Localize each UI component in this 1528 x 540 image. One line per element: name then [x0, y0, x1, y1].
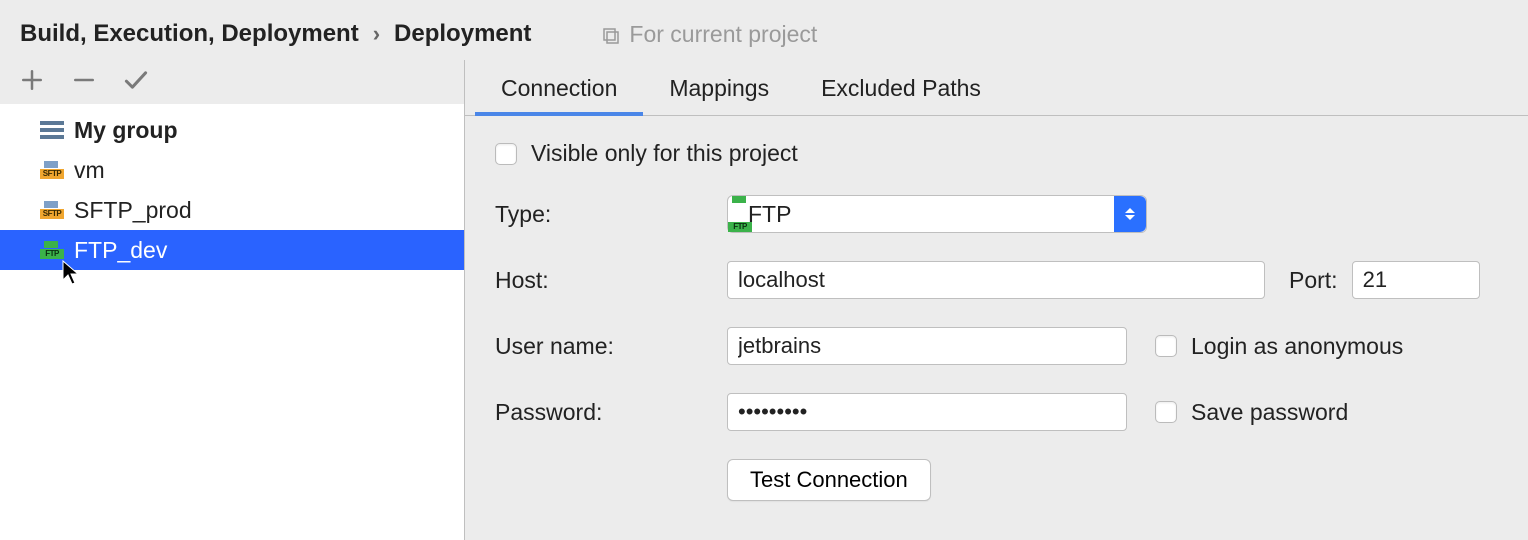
- tree-item-label: vm: [74, 157, 105, 184]
- servers-tree[interactable]: My group SFTP vm SFTP SFTP_prod: [0, 104, 464, 540]
- login-anonymous-checkbox[interactable]: Login as anonymous: [1155, 333, 1403, 360]
- username-input[interactable]: [727, 327, 1127, 365]
- group-icon: [40, 121, 64, 139]
- checkbox-icon: [1155, 401, 1177, 423]
- mouse-cursor-icon: [62, 260, 82, 292]
- ftp-server-icon: FTP: [40, 241, 64, 259]
- tree-item-sftp-prod[interactable]: SFTP SFTP_prod: [0, 190, 464, 230]
- tree-item-label: SFTP_prod: [74, 197, 192, 224]
- tab-excluded-paths[interactable]: Excluded Paths: [795, 61, 1007, 116]
- tree-group-label: My group: [74, 117, 178, 144]
- type-label: Type:: [495, 201, 727, 228]
- tab-connection[interactable]: Connection: [475, 61, 643, 116]
- type-select[interactable]: FTP FTP: [727, 195, 1147, 233]
- host-label: Host:: [495, 267, 727, 294]
- chevron-up-down-icon: [1114, 196, 1146, 232]
- tree-item-vm[interactable]: SFTP vm: [0, 150, 464, 190]
- port-label: Port:: [1289, 267, 1338, 294]
- servers-toolbar: [0, 60, 464, 104]
- visible-only-label: Visible only for this project: [531, 140, 798, 167]
- scope-hint: For current project: [603, 21, 817, 48]
- password-input[interactable]: [727, 393, 1127, 431]
- visible-only-checkbox[interactable]: Visible only for this project: [495, 140, 798, 167]
- test-connection-button[interactable]: Test Connection: [727, 459, 931, 501]
- breadcrumb: Build, Execution, Deployment › Deploymen…: [0, 0, 1528, 60]
- servers-panel: My group SFTP vm SFTP SFTP_prod: [0, 60, 465, 540]
- tree-item-label: FTP_dev: [74, 237, 167, 264]
- sftp-server-icon: SFTP: [40, 161, 64, 179]
- breadcrumb-parent[interactable]: Build, Execution, Deployment: [20, 20, 359, 48]
- remove-button[interactable]: [70, 66, 98, 94]
- checkbox-icon: [495, 143, 517, 165]
- add-button[interactable]: [18, 66, 46, 94]
- sftp-server-icon: SFTP: [40, 201, 64, 219]
- set-default-button[interactable]: [122, 66, 150, 94]
- chevron-right-icon: ›: [371, 21, 382, 47]
- username-label: User name:: [495, 333, 727, 360]
- tree-group[interactable]: My group: [0, 110, 464, 150]
- password-label: Password:: [495, 399, 727, 426]
- type-select-value: FTP: [748, 201, 791, 228]
- scope-hint-label: For current project: [629, 21, 817, 48]
- tree-item-ftp-dev[interactable]: FTP FTP_dev: [0, 230, 464, 270]
- detail-tabs: Connection Mappings Excluded Paths: [465, 60, 1528, 116]
- connection-form: Visible only for this project Type: FTP …: [465, 116, 1528, 501]
- tab-mappings[interactable]: Mappings: [643, 61, 795, 116]
- login-anonymous-label: Login as anonymous: [1191, 333, 1403, 360]
- host-input[interactable]: [727, 261, 1265, 299]
- copy-icon: [603, 25, 621, 43]
- save-password-checkbox[interactable]: Save password: [1155, 399, 1348, 426]
- checkbox-icon: [1155, 335, 1177, 357]
- breadcrumb-current: Deployment: [394, 20, 531, 48]
- save-password-label: Save password: [1191, 399, 1348, 426]
- server-details-panel: Connection Mappings Excluded Paths Visib…: [465, 60, 1528, 540]
- port-input[interactable]: [1352, 261, 1480, 299]
